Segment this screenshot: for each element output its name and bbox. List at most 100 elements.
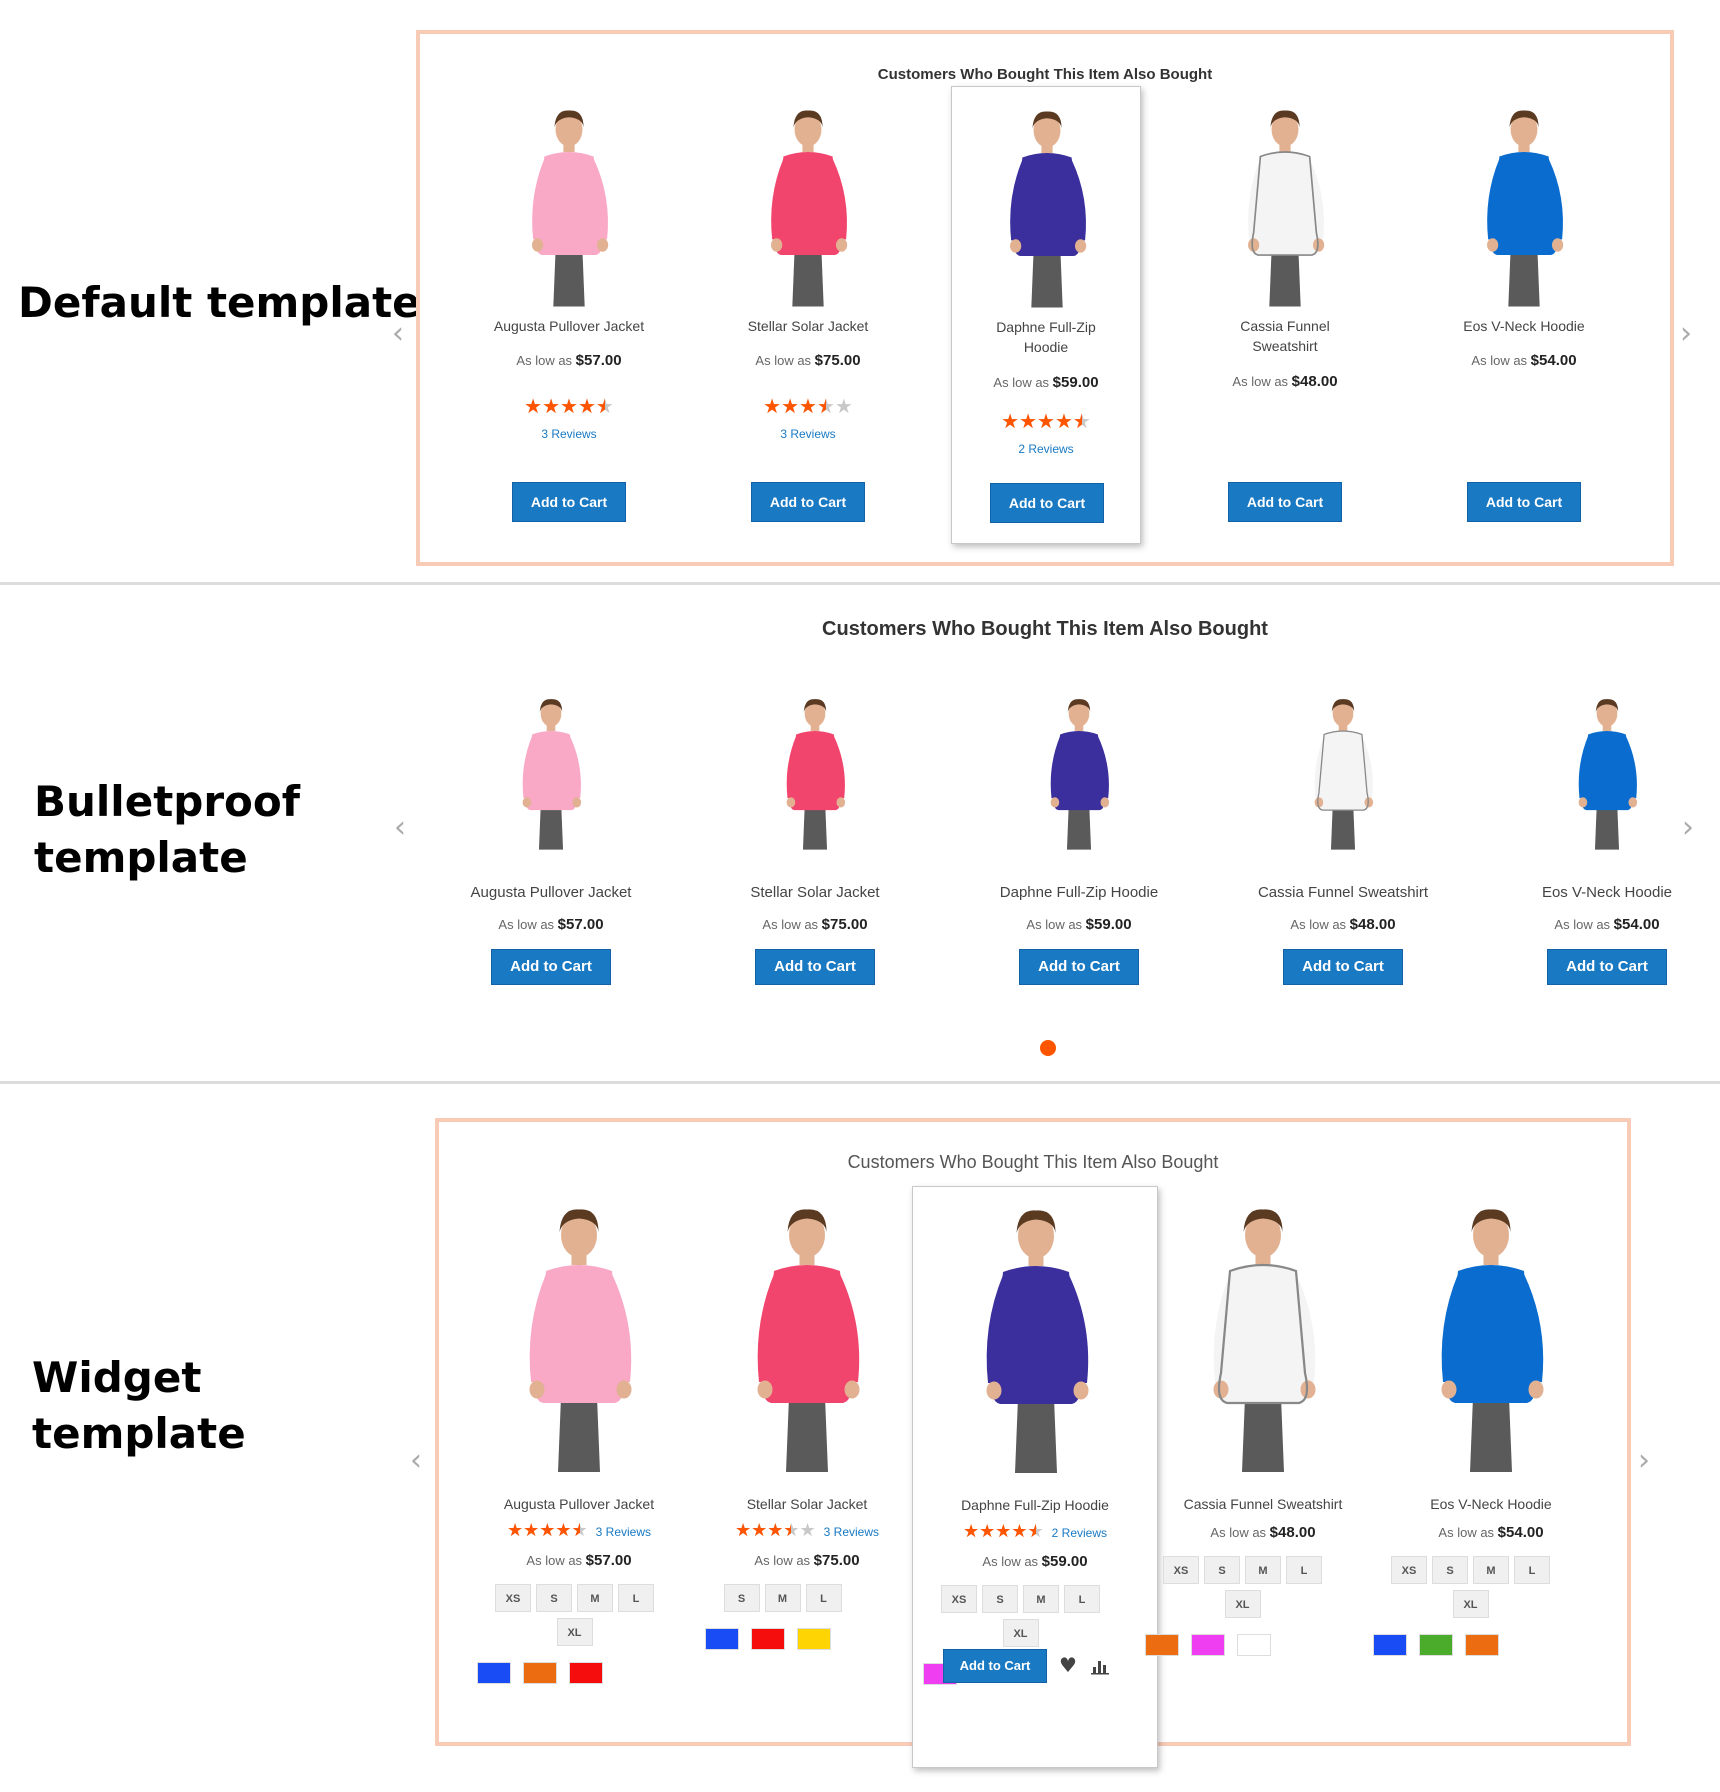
product-image[interactable] [1300, 692, 1386, 856]
reviews-link[interactable]: 2 Reviews [952, 442, 1140, 456]
size-option-xs[interactable]: XS [1391, 1556, 1427, 1584]
reviews-link[interactable]: 2 Reviews [1052, 1526, 1107, 1540]
color-swatch[interactable] [1145, 1634, 1179, 1656]
size-option-s[interactable]: S [982, 1585, 1018, 1613]
color-swatch[interactable] [523, 1662, 557, 1684]
size-option-m[interactable]: M [577, 1584, 613, 1612]
reviews-link[interactable]: 3 Reviews [596, 1525, 651, 1539]
product-name[interactable]: Augusta Pullover Jacket [431, 884, 671, 901]
size-option-xl[interactable]: XL [556, 1618, 593, 1646]
size-option-xl[interactable]: XL [1452, 1590, 1489, 1618]
size-option-xl[interactable]: XL [1002, 1619, 1039, 1647]
product-image[interactable] [752, 102, 864, 314]
product-image[interactable] [504, 1198, 654, 1482]
carousel-next-arrow[interactable]: › [1638, 1443, 1650, 1478]
product-name[interactable]: Eos V-Neck Hoodie [1487, 884, 1720, 901]
size-option-l[interactable]: L [1286, 1556, 1322, 1584]
product-image[interactable] [1564, 692, 1650, 856]
carousel-page-dot-active[interactable] [1040, 1040, 1056, 1056]
product-item[interactable]: Stellar Solar Jacket★★★★★★★★★★3 ReviewsA… [695, 1198, 919, 1718]
size-option-m[interactable]: M [1023, 1585, 1059, 1613]
color-swatch[interactable] [1465, 1634, 1499, 1656]
bar-chart-icon[interactable] [1091, 1657, 1109, 1675]
carousel-prev-arrow[interactable]: ‹ [392, 316, 404, 351]
size-option-l[interactable]: L [618, 1584, 654, 1612]
add-to-cart-button[interactable]: Add to Cart [990, 483, 1104, 523]
color-swatch[interactable] [1419, 1634, 1453, 1656]
reviews-link[interactable]: 3 Reviews [474, 427, 664, 441]
product-name[interactable]: Cassia Funnel Sweatshirt [1223, 884, 1463, 901]
size-option-l[interactable]: L [1514, 1556, 1550, 1584]
add-to-cart-button[interactable]: Add to Cart [1467, 482, 1581, 522]
add-to-cart-button[interactable]: Add to Cart [1019, 949, 1139, 985]
product-name[interactable]: Stellar Solar Jacket [695, 884, 935, 901]
size-option-xs[interactable]: XS [1163, 1556, 1199, 1584]
product-item[interactable]: Eos V-Neck Hoodie As low as $54.00 Add to … [1487, 688, 1720, 988]
carousel-prev-arrow[interactable]: ‹ [410, 1443, 422, 1478]
product-item[interactable]: Stellar Solar Jacket As low as $75.00 Add … [695, 688, 935, 988]
color-swatch[interactable] [1373, 1634, 1407, 1656]
product-item[interactable]: Eos V-Neck Hoodie As low as $54.00 XS S M L XL [1373, 1198, 1603, 1718]
product-name[interactable]: Eos V-Neck Hoodie [1379, 1496, 1603, 1512]
product-image[interactable] [1468, 102, 1580, 314]
product-item[interactable]: Stellar Solar Jacket As low as $75.00 ★ ★ ★ ★… [713, 96, 903, 526]
color-swatch[interactable] [797, 1628, 831, 1650]
size-option-s[interactable]: S [1204, 1556, 1240, 1584]
carousel-next-arrow[interactable]: › [1680, 316, 1692, 351]
add-to-cart-button[interactable]: Add to Cart [755, 949, 875, 985]
add-to-cart-button[interactable]: Add to Cart [1547, 949, 1667, 985]
color-swatch[interactable] [477, 1662, 511, 1684]
product-item[interactable]: Daphne Full-Zip Hoodie★★★★★★★★★★2 Review… [912, 1186, 1158, 1768]
size-option-m[interactable]: M [1245, 1556, 1281, 1584]
add-to-cart-button[interactable]: Add to Cart [491, 949, 611, 985]
product-name[interactable]: Daphne Full-Zip Hoodie [959, 884, 1199, 901]
product-name[interactable]: Eos V-Neck Hoodie [1429, 316, 1619, 336]
heart-icon[interactable]: ♥ [1059, 1653, 1077, 1677]
size-option-s[interactable]: S [723, 1584, 760, 1612]
product-image[interactable] [513, 102, 625, 314]
product-image[interactable] [1416, 1198, 1566, 1482]
product-item[interactable]: Cassia Funnel Sweatshirt As low as $48.00 A… [1190, 96, 1380, 526]
product-item[interactable]: Augusta Pullover Jacket As low as $57.00 A… [431, 688, 671, 988]
add-to-cart-button[interactable]: Add to Cart [1228, 482, 1342, 522]
size-option-l[interactable]: L [1064, 1585, 1100, 1613]
color-swatch[interactable] [1191, 1634, 1225, 1656]
product-item[interactable]: Augusta Pullover Jacket★★★★★★★★★★3 Revie… [467, 1198, 691, 1718]
product-name[interactable]: Cassia Funnel Sweatshirt [1190, 316, 1380, 356]
product-image[interactable] [1188, 1198, 1338, 1482]
product-name[interactable]: Stellar Solar Jacket [695, 1496, 919, 1512]
product-image[interactable] [508, 692, 594, 856]
size-option-xs[interactable]: XS [941, 1585, 977, 1613]
product-image[interactable] [1036, 692, 1122, 856]
product-image[interactable] [1229, 102, 1341, 314]
color-swatch[interactable] [1237, 1634, 1271, 1656]
reviews-link[interactable]: 3 Reviews [824, 1525, 879, 1539]
product-image[interactable] [772, 692, 858, 856]
size-option-xs[interactable]: XS [495, 1584, 531, 1612]
product-item[interactable]: Daphne Full-Zip Hoodie As low as $59.00 ★ ★ ★… [951, 86, 1141, 544]
color-swatch[interactable] [751, 1628, 785, 1650]
product-name[interactable]: Daphne Full-Zip Hoodie [952, 317, 1140, 357]
size-option-xl[interactable]: XL [1224, 1590, 1261, 1618]
size-option-s[interactable]: S [1432, 1556, 1468, 1584]
color-swatch[interactable] [569, 1662, 603, 1684]
product-item[interactable]: Eos V-Neck Hoodie As low as $54.00 Add to … [1429, 96, 1619, 526]
product-image[interactable] [732, 1198, 882, 1482]
product-name[interactable]: Cassia Funnel Sweatshirt [1151, 1496, 1375, 1512]
product-name[interactable]: Augusta Pullover Jacket [474, 316, 664, 336]
product-item[interactable]: Cassia Funnel Sweatshirt As low as $48.00… [1223, 688, 1463, 988]
product-item[interactable]: Daphne Full-Zip Hoodie As low as $59.00 Ad… [959, 688, 1199, 988]
carousel-prev-arrow[interactable]: ‹ [394, 810, 406, 845]
product-item[interactable]: Cassia Funnel Sweatshirt As low as $48.00… [1145, 1198, 1375, 1718]
product-name[interactable]: Daphne Full-Zip Hoodie [913, 1497, 1157, 1513]
size-option-l[interactable]: L [805, 1584, 842, 1612]
size-option-m[interactable]: M [764, 1584, 801, 1612]
add-to-cart-button[interactable]: Add to Cart [751, 482, 865, 522]
product-name[interactable]: Augusta Pullover Jacket [467, 1496, 691, 1512]
reviews-link[interactable]: 3 Reviews [713, 427, 903, 441]
add-to-cart-button[interactable]: Add to Cart [1283, 949, 1403, 985]
product-image[interactable] [991, 103, 1103, 315]
size-option-m[interactable]: M [1473, 1556, 1509, 1584]
add-to-cart-button[interactable]: Add to Cart [512, 482, 626, 522]
product-name[interactable]: Stellar Solar Jacket [713, 316, 903, 336]
